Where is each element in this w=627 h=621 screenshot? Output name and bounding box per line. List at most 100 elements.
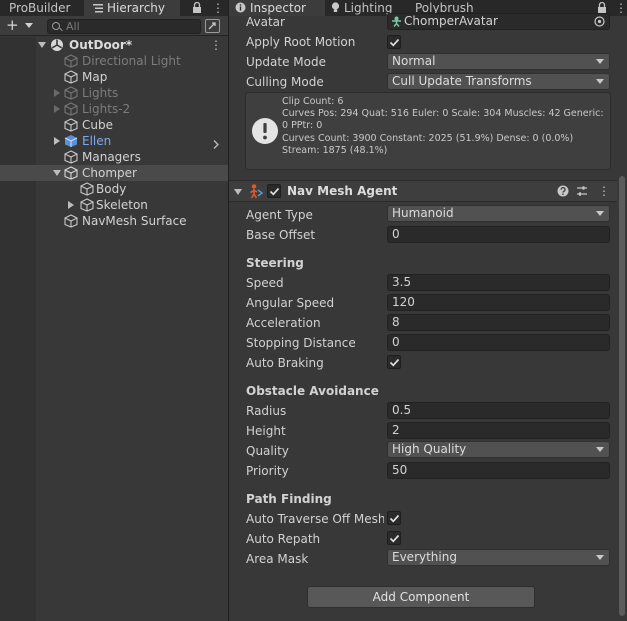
stopping-distance-label: Stopping Distance [246, 336, 356, 350]
tree-label-skeleton: Skeleton [96, 198, 148, 212]
angular-speed-input[interactable]: 120 [387, 294, 610, 311]
tree-label-chomper: Chomper [82, 166, 137, 180]
inspector-scrollbar[interactable] [617, 16, 627, 621]
gameobject-cube-icon [64, 86, 78, 100]
warning-exclamation-icon [250, 116, 280, 146]
chevron-right-icon[interactable] [54, 89, 60, 97]
lock-icon[interactable] [597, 1, 607, 13]
tab-probuilder-label: ProBuilder [9, 1, 71, 15]
avatar-value: ChomperAvatar [404, 14, 498, 28]
culling-mode-label: Culling Mode [246, 75, 324, 89]
tree-row-chomper[interactable]: Chomper [0, 165, 228, 181]
info-line: Curves Count: 3900 Constant: 2025 (51.9%… [282, 133, 574, 144]
tree-row-outdoor[interactable]: OutDoor* ⋮ [0, 37, 228, 53]
unity-scene-icon [50, 38, 64, 52]
nav-mesh-agent-header[interactable]: Nav Mesh Agent ⋮ [229, 180, 617, 202]
update-mode-dropdown[interactable]: Normal [387, 53, 610, 70]
tree-label-ellen: Ellen [82, 134, 112, 148]
gameobject-cube-icon [80, 182, 94, 196]
tree-row-cube[interactable]: Cube [0, 117, 228, 133]
tab-inspector[interactable]: Inspector [229, 0, 325, 16]
auto-braking-checkbox[interactable] [387, 355, 401, 369]
tree-label-lights-2: Lights-2 [82, 102, 131, 116]
agent-type-dropdown[interactable]: Humanoid [387, 205, 610, 222]
tree-row-ellen[interactable]: Ellen [0, 133, 228, 149]
hierarchy-panel: ProBuilder Hierarchy ⋮ + All OutDoor* ⋮ … [0, 0, 228, 621]
create-button[interactable]: + [6, 18, 36, 34]
quality-label: Quality [246, 444, 289, 458]
tree-row-lights[interactable]: Lights [0, 85, 228, 101]
quality-dropdown[interactable]: High Quality [387, 441, 610, 458]
auto-traverse-checkbox[interactable] [387, 511, 401, 525]
inspector-panel: Inspector Lighting Polybrush ⋮ Avatar Ch… [229, 0, 627, 621]
auto-repath-checkbox[interactable] [387, 531, 401, 545]
tab-probuilder[interactable]: ProBuilder [0, 0, 84, 16]
info-line: Stream: 1875 (48.1%) [282, 145, 388, 156]
kebab-menu-icon[interactable]: ⋮ [212, 2, 224, 14]
priority-label: Priority [246, 464, 289, 478]
scrollbar-thumb[interactable] [619, 176, 625, 616]
radius-input[interactable]: 0.5 [387, 402, 610, 419]
acceleration-input[interactable]: 8 [387, 314, 610, 331]
tree-row-directional-light[interactable]: Directional Light [0, 53, 228, 69]
hierarchy-list-icon [93, 1, 103, 13]
chevron-right-icon[interactable] [54, 137, 60, 145]
tab-hierarchy-label: Hierarchy [107, 1, 166, 15]
tree-row-skeleton[interactable]: Skeleton [0, 197, 228, 213]
tab-hierarchy[interactable]: Hierarchy [84, 0, 180, 16]
gameobject-cube-icon [80, 198, 94, 212]
tree-label-map: Map [82, 70, 108, 84]
auto-repath-label: Auto Repath [246, 532, 321, 546]
area-mask-dropdown[interactable]: Everything [387, 549, 610, 566]
nav-mesh-agent-enabled-checkbox[interactable] [267, 184, 281, 198]
help-icon[interactable] [557, 185, 569, 200]
info-line: 0 PPtr: 0 [282, 120, 323, 131]
apply-root-motion-checkbox[interactable] [387, 35, 401, 49]
culling-mode-dropdown[interactable]: Cull Update Transforms [387, 73, 610, 90]
kebab-menu-icon[interactable]: ⋮ [210, 39, 222, 51]
scene-visibility-icon[interactable] [205, 19, 220, 33]
preset-sliders-icon[interactable] [576, 185, 588, 200]
chevron-down-icon[interactable] [53, 170, 61, 176]
chevron-down-icon[interactable] [234, 189, 242, 195]
tree-row-lights-2[interactable]: Lights-2 [0, 101, 228, 117]
stopping-distance-input[interactable]: 0 [387, 334, 610, 351]
steering-header: Steering [246, 256, 304, 270]
tree-row-navmesh-surface[interactable]: NavMesh Surface [0, 213, 228, 229]
height-input[interactable]: 2 [387, 422, 610, 439]
nav-mesh-agent-icon [249, 184, 264, 202]
auto-braking-label: Auto Braking [246, 356, 324, 370]
tree-label-managers: Managers [82, 150, 141, 164]
lock-icon[interactable] [192, 1, 202, 13]
tree-row-body[interactable]: Body [0, 181, 228, 197]
apply-root-motion-label: Apply Root Motion [246, 35, 356, 49]
info-line: Clip Count: 6 [282, 96, 344, 107]
chevron-down-icon [596, 79, 604, 84]
kebab-menu-icon[interactable]: ⋮ [615, 2, 627, 14]
area-mask-value: Everything [392, 550, 457, 564]
chevron-down-icon[interactable] [38, 42, 46, 48]
tree-row-map[interactable]: Map [0, 69, 228, 85]
kebab-menu-icon[interactable]: ⋮ [598, 185, 610, 197]
tree-label-lights: Lights [82, 86, 119, 100]
quality-value: High Quality [392, 442, 467, 456]
priority-input[interactable]: 50 [387, 462, 610, 479]
chevron-right-icon[interactable] [68, 201, 74, 209]
add-component-button[interactable]: Add Component [307, 586, 535, 608]
speed-label: Speed [246, 276, 284, 290]
hierarchy-search-input[interactable]: All [47, 19, 201, 34]
area-mask-label: Area Mask [246, 552, 309, 566]
search-icon [52, 22, 60, 30]
chevron-down-icon [25, 23, 33, 28]
base-offset-input[interactable]: 0 [387, 226, 610, 243]
search-placeholder: All [66, 20, 80, 33]
object-picker-icon[interactable] [594, 16, 605, 31]
speed-input[interactable]: 3.5 [387, 274, 610, 291]
chevron-right-icon[interactable] [54, 105, 60, 113]
gameobject-cube-icon [64, 102, 78, 116]
tree-row-managers[interactable]: Managers [0, 149, 228, 165]
light-bulb-icon [331, 1, 340, 12]
tab-inspector-label: Inspector [250, 1, 306, 15]
avatar-object-field[interactable]: ChomperAvatar [387, 13, 610, 30]
culling-mode-value: Cull Update Transforms [392, 74, 532, 88]
